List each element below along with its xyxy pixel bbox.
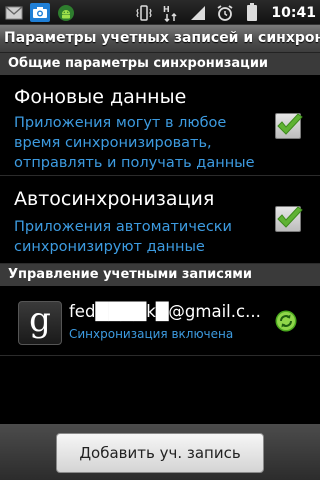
auto-sync-setting[interactable]: Автосинхронизация Приложения автоматичес… <box>0 177 320 264</box>
google-icon: g <box>18 301 62 345</box>
svg-text:H: H <box>163 5 170 14</box>
page-title: Параметры учетных записей и синхрон... <box>0 25 320 53</box>
account-sync-status: Синхронизация включена <box>69 327 234 341</box>
signal-icon <box>188 3 208 22</box>
account-email: fed████k█@gmail.c... <box>69 302 261 321</box>
mail-icon <box>4 3 24 22</box>
checkmark-icon <box>277 113 303 135</box>
vibrate-icon <box>134 3 154 22</box>
background-data-setting[interactable]: Фоновые данные Приложения могут в любое … <box>0 75 320 176</box>
status-bar: H 10:41 <box>0 0 320 25</box>
network-icon: H <box>161 3 181 22</box>
setting-title: Автосинхронизация <box>14 188 215 210</box>
sync-icon <box>275 310 297 332</box>
section-header-accounts: Управление учетными записями <box>0 264 320 286</box>
checkmark-icon <box>277 206 303 228</box>
auto-sync-checkbox[interactable] <box>275 206 303 232</box>
clock: 10:41 <box>271 4 316 21</box>
camera-icon <box>30 3 50 22</box>
section-header-general: Общие параметры синхронизации <box>0 53 320 75</box>
setting-description: Приложения могут в любое время синхрониз… <box>14 115 255 171</box>
add-account-button[interactable]: Добавить уч. запись <box>56 433 264 473</box>
android-icon <box>56 3 76 22</box>
background-data-checkbox[interactable] <box>275 113 303 139</box>
account-item-google[interactable]: g fed████k█@gmail.c... Синхронизация вкл… <box>0 286 320 356</box>
alarm-icon <box>215 3 235 22</box>
bottom-bar: Добавить уч. запись <box>0 424 320 480</box>
setting-description: Приложения автоматически синхронизируют … <box>14 219 232 255</box>
setting-title: Фоновые данные <box>14 86 187 108</box>
battery-icon <box>242 3 262 22</box>
